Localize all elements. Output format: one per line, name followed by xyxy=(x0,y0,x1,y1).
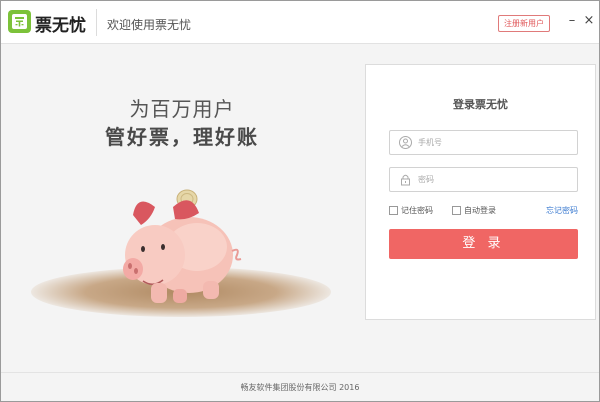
login-panel: 登录票无忧 记住密码 自动登录 忘记密码 登 录 xyxy=(365,64,596,320)
piggy-bank-image xyxy=(111,185,251,315)
password-field[interactable] xyxy=(389,167,578,192)
app-window: 票无忧 欢迎使用票无忧 注册新用户 – × 为百万用户 管好票，理好账 登录票无… xyxy=(0,0,600,402)
auto-login-label[interactable]: 自动登录 xyxy=(464,205,496,216)
forgot-password-link[interactable]: 忘记密码 xyxy=(546,205,578,216)
copyright-text: 畅友软件集团股份有限公司 2016 xyxy=(240,383,360,392)
remember-password-checkbox[interactable] xyxy=(389,206,398,215)
app-name: 票无忧 xyxy=(35,16,86,36)
login-button[interactable]: 登 录 xyxy=(389,229,578,259)
title-divider xyxy=(96,9,97,36)
user-icon xyxy=(399,136,412,149)
lock-icon xyxy=(401,174,410,186)
title-bar: 票无忧 欢迎使用票无忧 注册新用户 – × xyxy=(1,1,599,44)
auto-login-checkbox[interactable] xyxy=(452,206,461,215)
slogan-line-2: 管好票，理好账 xyxy=(105,125,259,149)
login-options: 记住密码 自动登录 忘记密码 xyxy=(389,205,578,217)
minimize-icon[interactable]: – xyxy=(565,14,579,28)
close-icon[interactable]: × xyxy=(582,14,596,28)
password-input[interactable] xyxy=(418,170,573,189)
slogan-line-1: 为百万用户 xyxy=(129,97,235,121)
phone-field[interactable] xyxy=(389,130,578,155)
footer-divider xyxy=(1,372,599,373)
remember-password-label[interactable]: 记住密码 xyxy=(401,205,433,216)
welcome-text: 欢迎使用票无忧 xyxy=(107,18,192,32)
app-logo-icon xyxy=(8,10,31,33)
register-button[interactable]: 注册新用户 xyxy=(498,15,550,32)
hero-banner: 为百万用户 管好票，理好账 xyxy=(1,45,363,371)
phone-input[interactable] xyxy=(418,133,573,152)
login-title: 登录票无忧 xyxy=(453,98,508,111)
